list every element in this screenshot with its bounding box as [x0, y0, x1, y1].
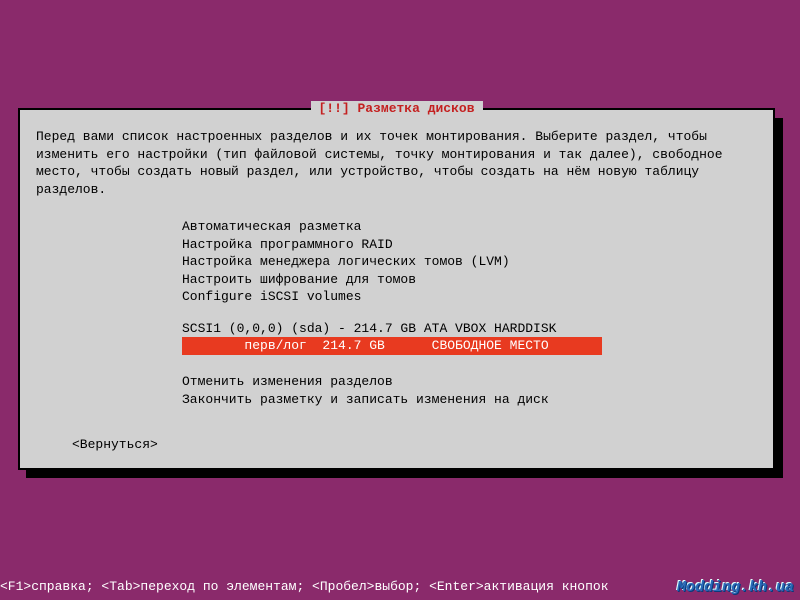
- dialog-title: [!!] Разметка дисков: [310, 101, 482, 116]
- menu-section: Автоматическая разметка Настройка програ…: [182, 218, 757, 306]
- intro-text: Перед вами список настроенных разделов и…: [36, 128, 757, 198]
- partition-dialog: [!!] Разметка дисков Перед вами список н…: [18, 108, 775, 470]
- menu-iscsi[interactable]: Configure iSCSI volumes: [182, 288, 757, 306]
- menu-raid[interactable]: Настройка программного RAID: [182, 236, 757, 254]
- menu-auto-partition[interactable]: Автоматическая разметка: [182, 218, 757, 236]
- help-bar: <F1>справка; <Tab>переход по элементам; …: [0, 579, 609, 594]
- dialog-content: Перед вами список настроенных разделов и…: [20, 110, 773, 470]
- action-undo[interactable]: Отменить изменения разделов: [182, 373, 757, 391]
- free-space-row[interactable]: перв/лог 214.7 GB СВОБОДНОЕ МЕСТО: [182, 337, 602, 355]
- action-section: Отменить изменения разделов Закончить ра…: [182, 373, 757, 408]
- disk-header[interactable]: SCSI1 (0,0,0) (sda) - 214.7 GB ATA VBOX …: [182, 320, 757, 338]
- watermark: Modding.kh.ua: [677, 579, 794, 596]
- back-button[interactable]: <Вернуться>: [72, 436, 757, 454]
- menu-lvm[interactable]: Настройка менеджера логических томов (LV…: [182, 253, 757, 271]
- menu-encrypt[interactable]: Настроить шифрование для томов: [182, 271, 757, 289]
- action-finish[interactable]: Закончить разметку и записать изменения …: [182, 391, 757, 409]
